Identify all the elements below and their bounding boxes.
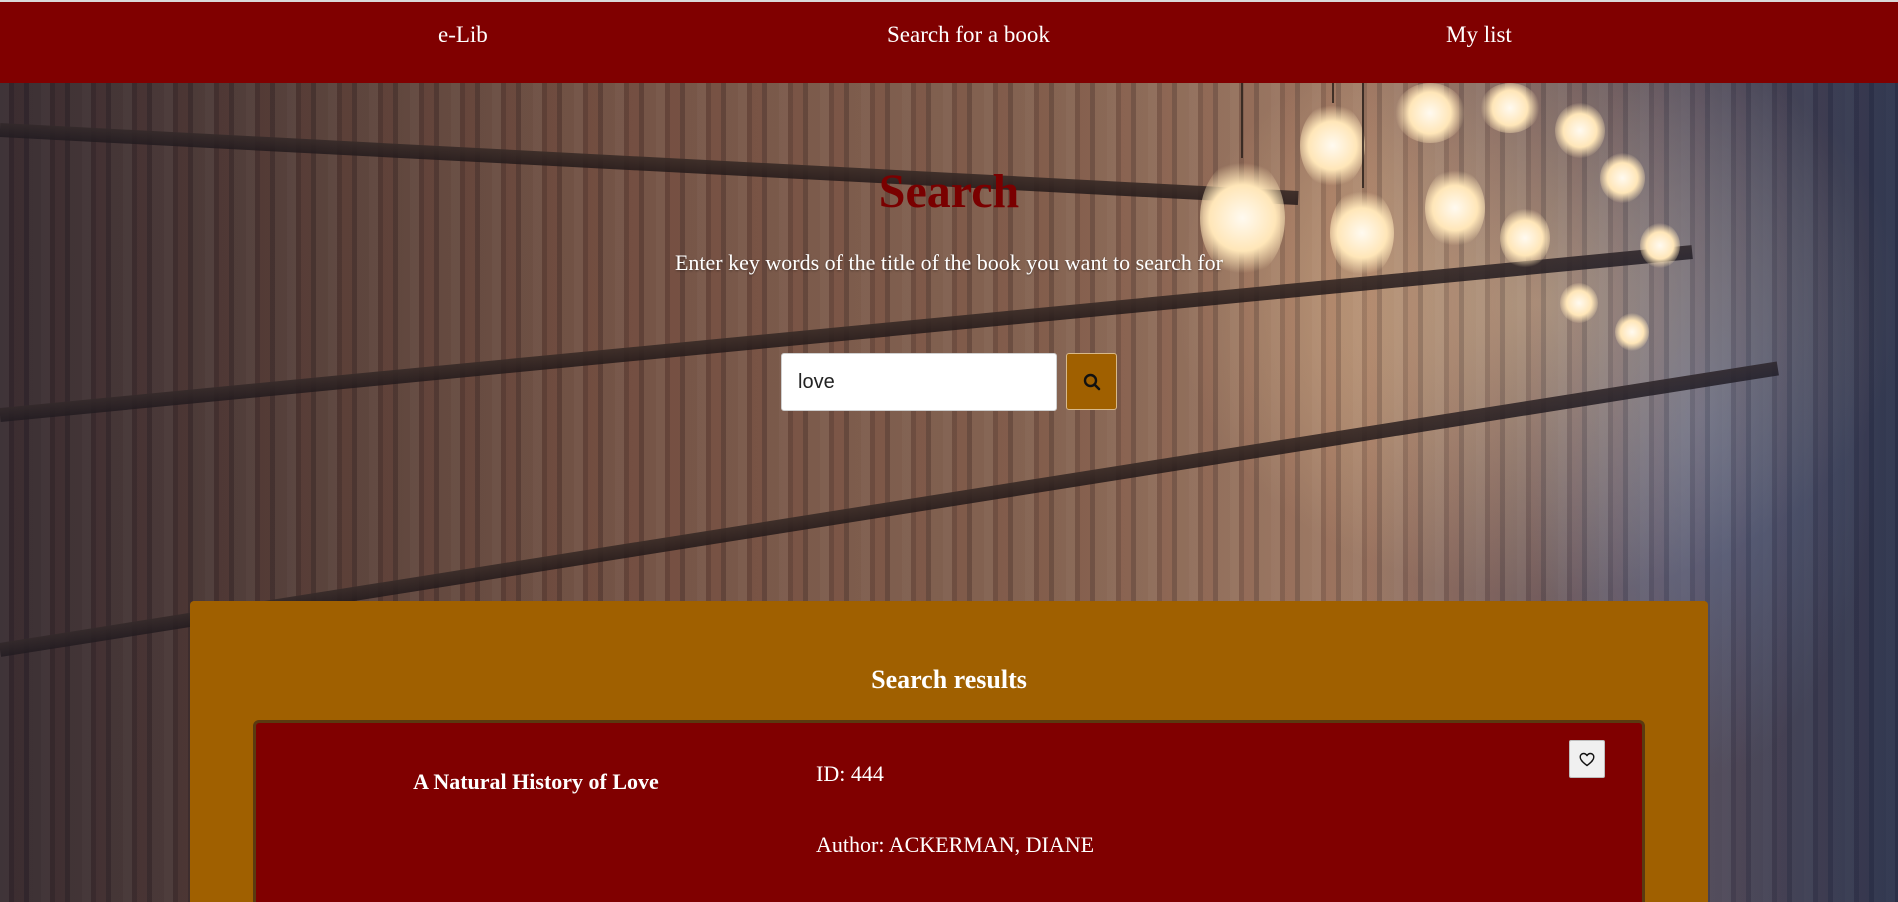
light-bulb-decoration	[1395, 83, 1465, 143]
book-author: Author: ACKERMAN, DIANE	[816, 832, 1095, 857]
search-results-panel: Search results A Natural History of Love…	[190, 601, 1708, 902]
nav-brand-link[interactable]: e-Lib	[438, 22, 488, 48]
light-bulb-decoration	[1480, 83, 1540, 133]
search-results-heading: Search results	[871, 665, 1027, 694]
book-title: A Natural History of Love	[413, 769, 659, 794]
light-bulb-decoration	[1560, 283, 1598, 323]
bulb-cord-decoration	[1241, 83, 1243, 158]
book-id: ID: 444	[816, 761, 884, 786]
nav-my-list-link[interactable]: My list	[1446, 22, 1512, 48]
top-navbar: e-Lib Search for a book My list	[0, 0, 1898, 83]
bulb-cord-decoration	[1332, 83, 1334, 103]
book-result-card: A Natural History of Love ID: 444 Author…	[253, 720, 1645, 902]
search-instructions: Enter key words of the title of the book…	[674, 250, 1223, 275]
light-bulb-decoration	[1615, 313, 1649, 351]
heart-outline-icon	[1579, 752, 1595, 766]
add-to-list-button[interactable]	[1569, 740, 1605, 778]
search-icon	[1083, 373, 1100, 390]
search-input[interactable]	[781, 353, 1057, 411]
search-page-title: Search	[878, 165, 1020, 218]
light-bulb-decoration	[1555, 103, 1605, 158]
search-button[interactable]	[1066, 353, 1117, 410]
nav-search-link[interactable]: Search for a book	[887, 22, 1050, 48]
